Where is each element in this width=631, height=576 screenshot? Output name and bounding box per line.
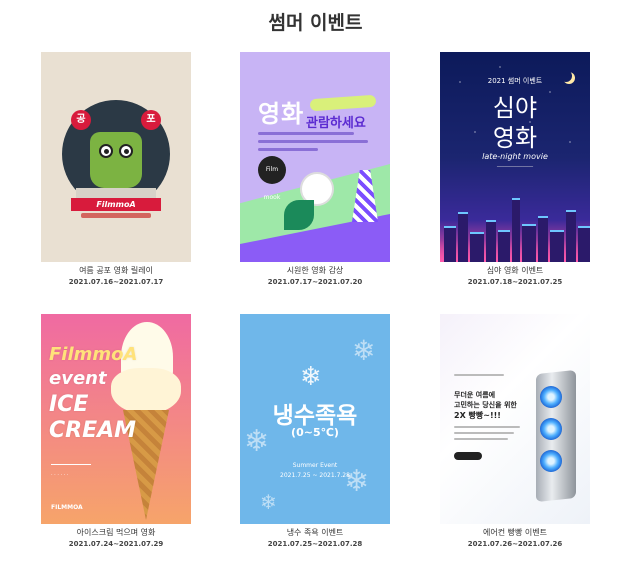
poster-button (454, 452, 482, 460)
event-card[interactable]: 무더운 여름에 고민하는 당신을 위한 2X 빵빵~!!! 에어컨 빵빵 이벤트… (440, 314, 590, 549)
building-icon (498, 230, 510, 262)
poster-line-1: 무더운 여름에 (454, 391, 496, 399)
event-title[interactable]: 심야 영화 이벤트 (440, 266, 590, 276)
event-title[interactable]: 에어컨 빵빵 이벤트 (440, 528, 590, 538)
building-icon (538, 216, 548, 262)
snowflake-icon: ❄ (300, 362, 322, 392)
event-dates: 2021.07.25~2021.07.28 (267, 540, 363, 548)
poster-sub-2: 2021.7.25 ~ 2021.7.28 (280, 472, 350, 479)
building-icon (444, 226, 456, 262)
poster-tag-right: 포 (141, 110, 161, 130)
poster-tag-left: 공 (71, 110, 91, 130)
building-icon (566, 210, 576, 262)
poster-small-text: · · · · · · (51, 472, 69, 478)
building-icon (470, 232, 484, 262)
poster-headline: 영화 (258, 100, 305, 128)
fan-icon (540, 418, 562, 440)
poster-subline (81, 213, 151, 218)
tower-icon (512, 198, 520, 262)
poster-english: late-night movie (482, 152, 548, 161)
building-icon (522, 224, 536, 262)
poster-details-line: ──────────── (496, 164, 534, 170)
snowflake-icon: ❄ (260, 490, 277, 514)
event-poster-late-night[interactable]: 2021 썸머 이벤트 심야 영화 late-night movie ─────… (440, 52, 590, 262)
snowflake-icon: ❄ (352, 334, 376, 367)
poster-brand-ribbon: FilmmoA (71, 198, 161, 211)
poster-word-1: FilmmoA (49, 344, 138, 365)
building-icon (486, 220, 496, 262)
event-poster-horror[interactable]: 공 포 FilmmoA (41, 52, 191, 262)
poster-word-4: CREAM (49, 418, 137, 443)
poster-text-line (454, 432, 514, 434)
poster-text-line (454, 374, 504, 376)
event-dates: 2021.07.17~2021.07.20 (267, 278, 363, 286)
event-card[interactable]: 영화 관람하세요 Film mook 시원한 영화 감상 2021.07.17~… (240, 52, 390, 287)
poster-text-line (258, 132, 354, 135)
snowflake-icon: ❄ (344, 464, 370, 499)
mummy-eye-icon (119, 144, 133, 158)
poster-word-3: ICE (49, 392, 89, 417)
event-title[interactable]: 냉수 족욕 이벤트 (240, 528, 390, 538)
event-poster-cold-footbath[interactable]: ❄ ❄ ❄ ❄ ❄ 냉수족욕 (0~5℃) Summer Event 2021.… (240, 314, 390, 524)
poster-badge: Film mook (258, 156, 286, 201)
leaf-icon (284, 200, 314, 230)
mummy-eye-icon (99, 144, 113, 158)
poster-year-line: 2021 썸머 이벤트 (487, 77, 543, 85)
fan-icon (540, 386, 562, 408)
event-poster-cool-movie[interactable]: 영화 관람하세요 Film mook (240, 52, 390, 262)
event-poster-ice-cream[interactable]: FilmmoA event ICE CREAM · · · · · · FILM… (41, 314, 191, 524)
poster-text-line (258, 140, 368, 143)
event-card[interactable]: 2021 썸머 이벤트 심야 영화 late-night movie ─────… (440, 52, 590, 287)
event-dates: 2021.07.18~2021.07.25 (467, 278, 563, 286)
mummy-face-icon (90, 132, 142, 188)
building-icon (458, 212, 468, 262)
event-card[interactable]: 공 포 FilmmoA 여름 공포 영화 릴레이 2021.07.16~2021… (41, 52, 191, 287)
poster-tagline: 관람하세요 (306, 116, 366, 131)
event-title[interactable]: 아이스크림 먹으며 영화 (41, 528, 191, 538)
poster-text-line (454, 438, 508, 440)
event-title[interactable]: 시원한 영화 감상 (240, 266, 390, 276)
poster-headline: 냉수족욕 (272, 403, 358, 429)
poster-word-2: event (49, 368, 107, 389)
fan-icon (540, 450, 562, 472)
building-icon (550, 230, 564, 262)
page-title: 썸머 이벤트 (268, 12, 363, 34)
ice-cream-swirl-icon (111, 368, 181, 414)
event-dates: 2021.07.16~2021.07.17 (68, 278, 164, 286)
poster-text-line (258, 148, 318, 151)
poster-sub-1: Summer Event (292, 462, 338, 469)
event-card[interactable]: FilmmoA event ICE CREAM · · · · · · FILM… (41, 314, 191, 549)
bandage-icon (76, 188, 156, 198)
event-title[interactable]: 여름 공포 영화 릴레이 (41, 266, 191, 276)
building-icon (578, 226, 590, 262)
poster-line-3: 2X 빵빵~!!! (454, 411, 501, 420)
poster-line-2: 고민하는 당신을 위한 (454, 401, 517, 409)
poster-temperature: (0~5℃) (291, 426, 339, 439)
event-card[interactable]: ❄ ❄ ❄ ❄ ❄ 냉수족욕 (0~5℃) Summer Event 2021.… (240, 314, 390, 549)
poster-headline-2: 영화 (492, 124, 538, 152)
highlight-sticker (309, 94, 377, 112)
event-poster-air-conditioner[interactable]: 무더운 여름에 고민하는 당신을 위한 2X 빵빵~!!! (440, 314, 590, 524)
event-dates: 2021.07.26~2021.07.26 (467, 540, 563, 548)
poster-brand: FILMMOA (51, 504, 83, 511)
poster-rule (51, 464, 91, 465)
event-dates: 2021.07.24~2021.07.29 (68, 540, 164, 548)
poster-text-line (454, 426, 520, 428)
